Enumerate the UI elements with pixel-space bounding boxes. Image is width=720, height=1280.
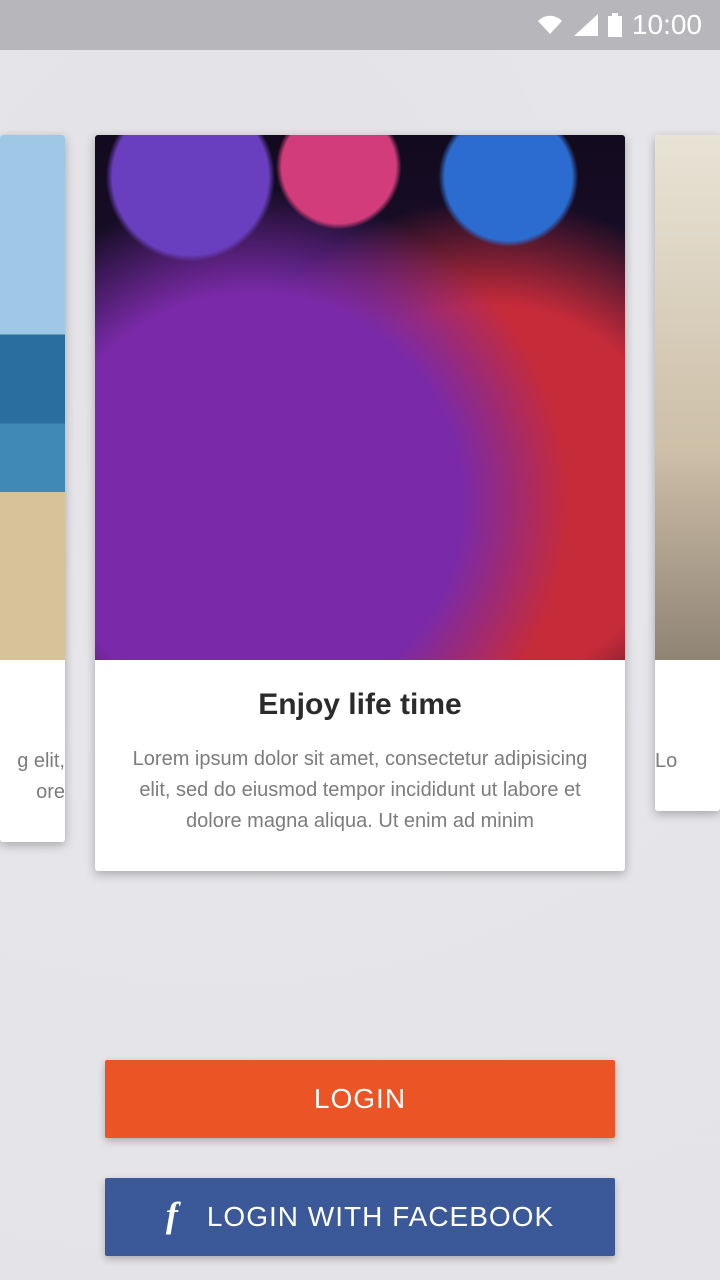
card-body-fragment: Lo [655,746,710,777]
facebook-login-button[interactable]: f LOGIN WITH FACEBOOK [105,1178,615,1256]
wifi-icon [536,14,564,36]
cellular-icon [574,14,598,36]
status-bar: 10:00 [0,0,720,50]
carousel-card-next[interactable]: Lo [655,135,720,811]
facebook-login-label: LOGIN WITH FACEBOOK [207,1201,554,1233]
card-image [95,135,625,660]
card-body: Lorem ipsum dolor sit amet, consectetur … [123,744,597,837]
card-body-fragment: g elit, ore [10,746,65,808]
facebook-icon: f [166,1197,179,1233]
card-image [0,135,65,660]
onboarding-carousel[interactable]: g elit, ore Enjoy life time Lorem ipsum … [0,135,720,965]
login-button[interactable]: LOGIN [105,1060,615,1138]
card-title: Enjoy life time [123,688,597,722]
login-button-label: LOGIN [314,1083,406,1115]
battery-icon [608,13,622,37]
status-time: 10:00 [632,9,702,41]
card-image [655,135,720,660]
carousel-card-current[interactable]: Enjoy life time Lorem ipsum dolor sit am… [95,135,625,871]
carousel-card-prev[interactable]: g elit, ore [0,135,65,842]
